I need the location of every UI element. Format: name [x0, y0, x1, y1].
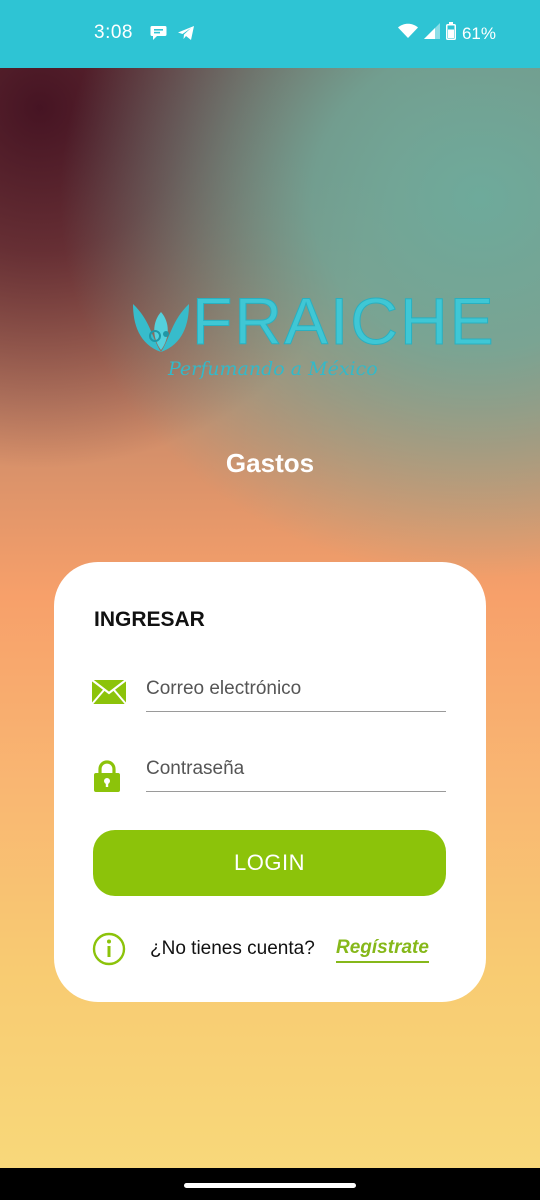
login-heading: INGRESAR: [94, 608, 205, 631]
battery-icon: [445, 22, 456, 45]
info-icon: [92, 932, 126, 971]
telegram-icon: [177, 25, 195, 46]
wifi-icon: [397, 23, 418, 44]
email-field: [91, 672, 448, 720]
register-row: ¿No tienes cuenta? Regístrate: [92, 930, 452, 970]
lock-icon: [92, 760, 122, 797]
logo-wordmark: FRAICHE: [192, 284, 496, 358]
fraiche-logo: FRAICHE Perfumando a México: [130, 288, 494, 390]
leaf-logo-icon: [130, 298, 192, 361]
logo-tagline: Perfumando a México: [168, 358, 378, 380]
password-input[interactable]: [146, 752, 446, 792]
envelope-icon: [91, 679, 127, 709]
login-card: INGRESAR LOGIN ¿No tienes cuenta? Regíst…: [54, 562, 486, 1002]
app-title: Gastos: [225, 448, 315, 478]
navigation-bar: [0, 1168, 540, 1200]
status-bar: 3:08 61%: [0, 0, 540, 68]
signal-icon: [423, 23, 440, 44]
password-field: [92, 752, 448, 800]
email-input[interactable]: [146, 672, 446, 712]
home-gesture-handle[interactable]: [184, 1183, 356, 1188]
battery-percent: 61%: [461, 23, 496, 43]
chat-bubble-icon: [150, 25, 167, 46]
register-question: ¿No tienes cuenta?: [150, 938, 315, 959]
status-time: 3:08: [94, 22, 133, 43]
login-button[interactable]: LOGIN: [93, 830, 446, 896]
register-link[interactable]: Regístrate: [336, 937, 429, 963]
